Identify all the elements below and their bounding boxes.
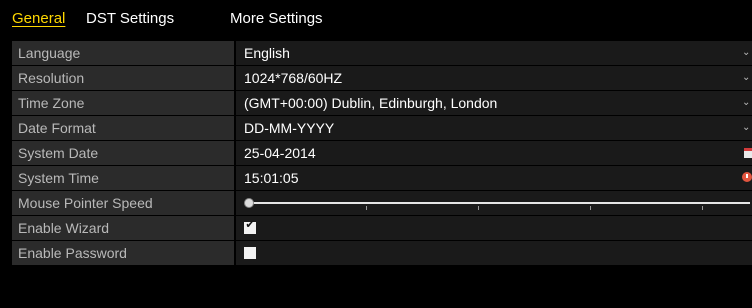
enable-password-cell bbox=[236, 241, 752, 265]
slider-track[interactable] bbox=[248, 202, 750, 204]
chevron-down-icon[interactable]: ⌄ bbox=[742, 116, 750, 140]
resolution-label: Resolution bbox=[12, 66, 234, 90]
row-system-date: System Date 25-04-2014 bbox=[12, 141, 752, 165]
tab-dst-settings[interactable]: DST Settings bbox=[86, 10, 174, 27]
mouse-pointer-speed-label: Mouse Pointer Speed bbox=[12, 191, 234, 215]
resolution-value: 1024*768/60HZ bbox=[244, 70, 343, 86]
checkmark-icon bbox=[244, 244, 256, 256]
row-time-zone: Time Zone (GMT+00:00) Dublin, Edinburgh,… bbox=[12, 91, 752, 115]
slider-thumb[interactable] bbox=[244, 198, 254, 208]
date-format-label: Date Format bbox=[12, 116, 234, 140]
calendar-icon[interactable] bbox=[744, 148, 752, 158]
system-date-field[interactable]: 25-04-2014 bbox=[236, 141, 752, 165]
date-format-select[interactable]: DD-MM-YYYY ⌄ bbox=[236, 116, 752, 140]
time-zone-select[interactable]: (GMT+00:00) Dublin, Edinburgh, London ⌄ bbox=[236, 91, 752, 115]
row-enable-password: Enable Password bbox=[12, 241, 752, 265]
system-time-field[interactable]: 15:01:05 bbox=[236, 166, 752, 190]
slider-tick bbox=[590, 206, 591, 210]
enable-password-label: Enable Password bbox=[12, 241, 234, 265]
enable-wizard-label: Enable Wizard bbox=[12, 216, 234, 240]
tab-bar: General DST Settings More Settings bbox=[0, 0, 752, 38]
system-time-value: 15:01:05 bbox=[244, 170, 299, 186]
settings-table: Language English ⌄ Resolution 1024*768/6… bbox=[12, 41, 752, 266]
system-time-label: System Time bbox=[12, 166, 234, 190]
language-label: Language bbox=[12, 41, 234, 65]
checkmark-icon: ✔ bbox=[245, 219, 255, 231]
slider-tick bbox=[366, 206, 367, 210]
slider-tick bbox=[702, 206, 703, 210]
chevron-down-icon[interactable]: ⌄ bbox=[742, 66, 750, 90]
mouse-pointer-speed-slider[interactable] bbox=[236, 191, 752, 215]
row-mouse-pointer-speed: Mouse Pointer Speed bbox=[12, 191, 752, 215]
row-enable-wizard: Enable Wizard ✔ bbox=[12, 216, 752, 240]
enable-wizard-cell: ✔ bbox=[236, 216, 752, 240]
chevron-down-icon[interactable]: ⌄ bbox=[742, 41, 750, 65]
clock-icon[interactable] bbox=[742, 172, 752, 182]
slider-tick bbox=[478, 206, 479, 210]
resolution-select[interactable]: 1024*768/60HZ ⌄ bbox=[236, 66, 752, 90]
row-resolution: Resolution 1024*768/60HZ ⌄ bbox=[12, 66, 752, 90]
language-value: English bbox=[244, 45, 290, 61]
row-date-format: Date Format DD-MM-YYYY ⌄ bbox=[12, 116, 752, 140]
tab-more-settings[interactable]: More Settings bbox=[230, 10, 323, 27]
date-format-value: DD-MM-YYYY bbox=[244, 120, 335, 136]
tab-general[interactable]: General bbox=[12, 10, 65, 27]
enable-wizard-checkbox[interactable]: ✔ bbox=[244, 219, 256, 234]
row-system-time: System Time 15:01:05 bbox=[12, 166, 752, 190]
language-select[interactable]: English ⌄ bbox=[236, 41, 752, 65]
enable-password-checkbox[interactable] bbox=[244, 247, 256, 259]
system-date-label: System Date bbox=[12, 141, 234, 165]
time-zone-label: Time Zone bbox=[12, 91, 234, 115]
row-language: Language English ⌄ bbox=[12, 41, 752, 65]
chevron-down-icon[interactable]: ⌄ bbox=[742, 91, 750, 115]
time-zone-value: (GMT+00:00) Dublin, Edinburgh, London bbox=[244, 95, 498, 111]
system-date-value: 25-04-2014 bbox=[244, 145, 316, 161]
general-settings-panel: General DST Settings More Settings Langu… bbox=[0, 0, 752, 308]
